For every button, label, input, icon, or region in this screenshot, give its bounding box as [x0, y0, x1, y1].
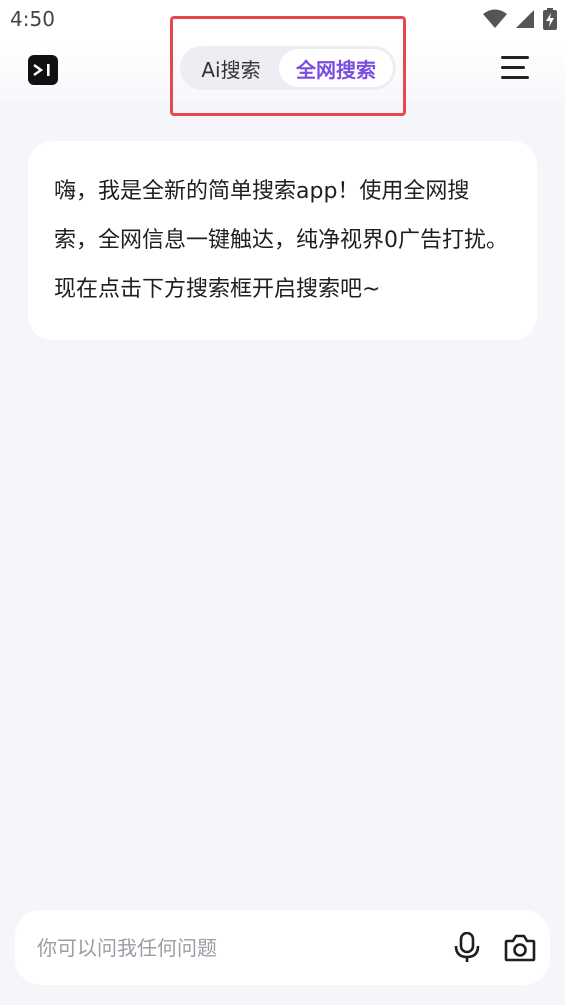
- battery-charging-icon: [543, 8, 557, 30]
- camera-icon[interactable]: [504, 933, 536, 963]
- tab-ai-search[interactable]: Ai搜索: [183, 49, 279, 87]
- search-bar: [15, 910, 550, 985]
- status-time: 4:50: [10, 7, 55, 31]
- status-icons: [483, 8, 557, 30]
- microphone-icon[interactable]: [452, 931, 482, 964]
- welcome-message: 嗨，我是全新的简单搜索app！使用全网搜索，全网信息一键触达，纯净视界0广告打扰…: [28, 141, 537, 340]
- tab-web-search[interactable]: 全网搜索: [279, 49, 393, 87]
- signal-icon: [516, 10, 534, 28]
- wifi-icon: [483, 9, 507, 28]
- search-mode-toggle: Ai搜索 全网搜索: [180, 46, 396, 90]
- terminal-logo-icon[interactable]: [28, 55, 58, 85]
- app-header: Ai搜索 全网搜索: [0, 16, 565, 116]
- search-input[interactable]: [37, 932, 417, 964]
- hamburger-menu-icon[interactable]: [498, 52, 532, 82]
